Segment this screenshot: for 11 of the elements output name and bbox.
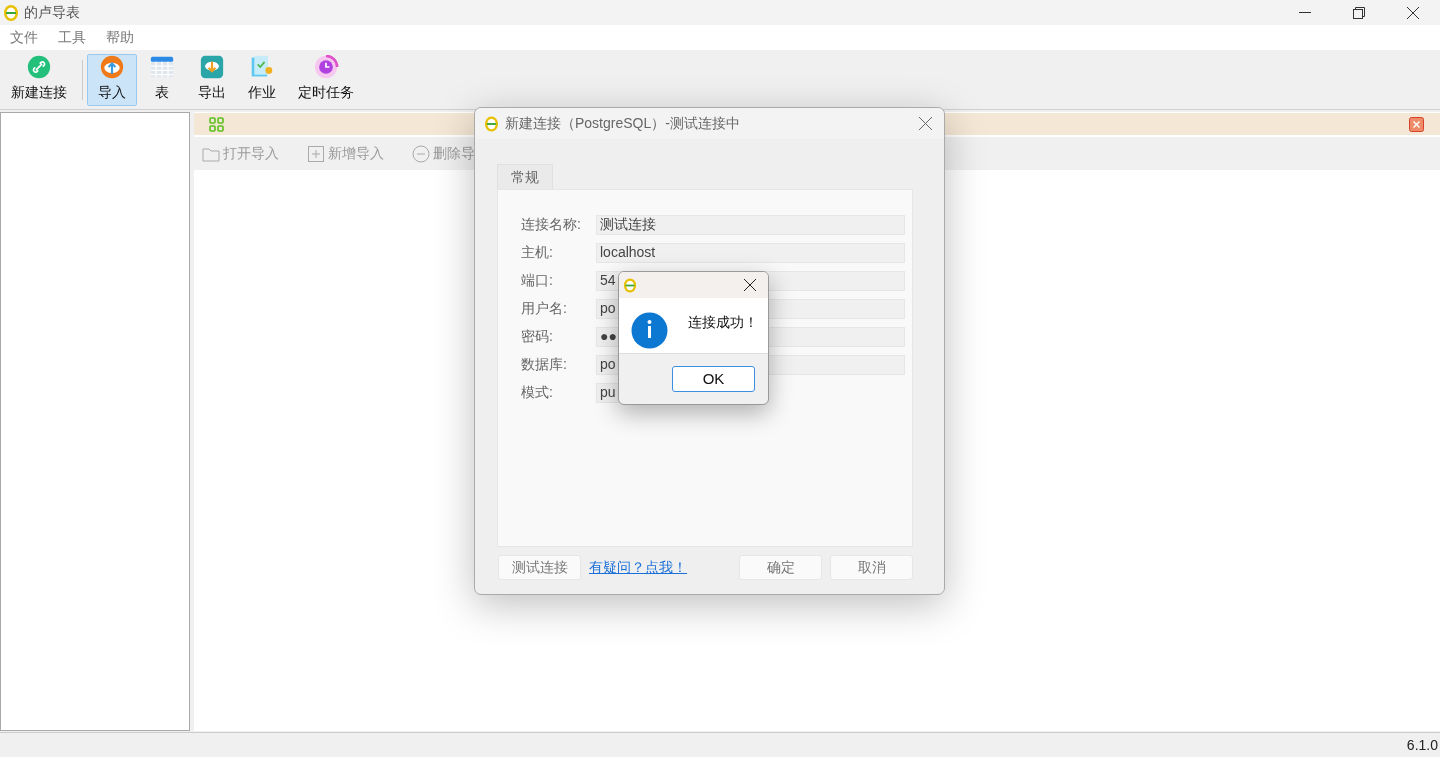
window-title: 的卢导表 <box>24 3 80 22</box>
field-label: 数据库: <box>521 355 568 374</box>
field-label: 主机: <box>521 243 554 262</box>
field-label: 密码: <box>521 327 554 346</box>
field-label: 连接名称: <box>521 215 582 234</box>
field-label: 端口: <box>521 271 554 290</box>
dialog-title: 新建连接（PostgreSQL）-测试连接中 <box>505 114 740 133</box>
message-text: 连接成功！ <box>688 313 758 332</box>
version-label: 6.1.0 <box>1406 735 1438 755</box>
field-label: 模式: <box>521 383 554 402</box>
field-label: 用户名: <box>521 299 568 318</box>
